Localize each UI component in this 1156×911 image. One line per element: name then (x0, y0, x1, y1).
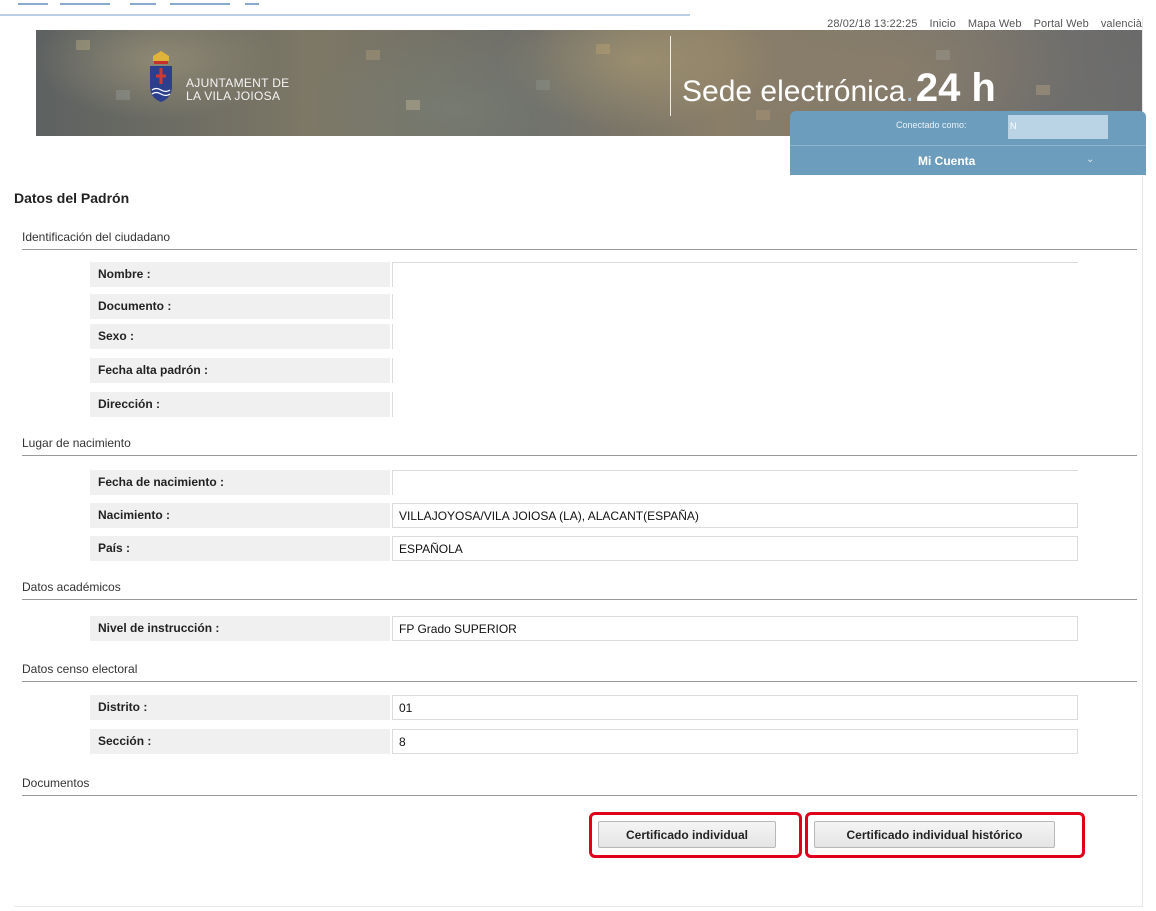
value-pais: ESPAÑOLA (392, 536, 1078, 561)
mi-cuenta-menu[interactable]: Mi Cuenta (918, 154, 975, 168)
label-nacimiento: Nacimiento : (90, 503, 390, 528)
username-initial: N (1010, 121, 1017, 131)
label-pais: País : (90, 536, 390, 561)
row-sexo: Sexo : (90, 324, 1078, 349)
page-title: Datos del Padrón (14, 190, 130, 206)
certificado-individual-button[interactable]: Certificado individual (598, 821, 776, 848)
label-nombre: Nombre : (90, 262, 390, 287)
section-identificacion: Identificación del ciudadano (22, 230, 1137, 250)
value-documento (392, 294, 1078, 319)
value-fecha-alta (392, 358, 1078, 383)
section-nacimiento: Lugar de nacimiento (22, 436, 1137, 456)
logo-line2: LA VILA JOIOSA (186, 89, 281, 103)
account-panel: Conectado como: N Mi Cuenta ⌄ (790, 111, 1146, 175)
label-documento: Documento : (90, 294, 390, 319)
label-fecha-nacimiento: Fecha de nacimiento : (90, 470, 390, 495)
value-fecha-nacimiento (392, 470, 1078, 495)
row-seccion: Sección : 8 (90, 729, 1078, 754)
value-seccion: 8 (392, 729, 1078, 754)
row-fecha-alta: Fecha alta padrón : (90, 358, 1078, 383)
row-nombre: Nombre : (90, 262, 1078, 287)
banner-divider (670, 36, 671, 116)
sede-dot: . (905, 75, 914, 108)
value-direccion (392, 392, 1078, 417)
label-fecha-alta: Fecha alta padrón : (90, 358, 390, 383)
row-direccion: Dirección : (90, 392, 1078, 417)
label-sexo: Sexo : (90, 324, 390, 349)
browser-top-strip (0, 0, 690, 16)
section-documentos: Documentos (22, 776, 1137, 796)
value-distrito: 01 (392, 695, 1078, 720)
coat-of-arms-icon (150, 51, 172, 102)
row-documento: Documento : (90, 294, 1078, 319)
row-distrito: Distrito : 01 (90, 695, 1078, 720)
label-nivel-instruccion: Nivel de instrucción : (90, 616, 390, 641)
label-distrito: Distrito : (90, 695, 390, 720)
ajuntament-logo[interactable]: AJUNTAMENT DE LA VILA JOIOSA (144, 50, 344, 120)
row-nivel-instruccion: Nivel de instrucción : FP Grado SUPERIOR (90, 616, 1078, 641)
value-nombre (392, 262, 1078, 287)
username-box: N (1008, 115, 1108, 139)
value-sexo (392, 324, 1078, 349)
sede-text: Sede electrónica (682, 75, 906, 108)
sede-title: Sede electrónica.24 h (682, 66, 996, 111)
value-nacimiento: VILLAJOYOSA/VILA JOIOSA (LA), ALACANT(ES… (392, 503, 1078, 528)
section-censo: Datos censo electoral (22, 662, 1137, 682)
connected-label: Conectado como: (896, 120, 967, 130)
certificado-historico-button[interactable]: Certificado individual histórico (814, 821, 1055, 848)
row-nacimiento: Nacimiento : VILLAJOYOSA/VILA JOIOSA (LA… (90, 503, 1078, 528)
label-seccion: Sección : (90, 729, 390, 754)
logo-line1: AJUNTAMENT DE (186, 76, 290, 90)
label-direccion: Dirección : (90, 392, 390, 417)
section-academicos: Datos académicos (22, 580, 1137, 600)
sede-24h: 24 h (915, 66, 996, 110)
account-divider (790, 145, 1146, 146)
row-fecha-nacimiento: Fecha de nacimiento : (90, 470, 1078, 495)
chevron-down-icon[interactable]: ⌄ (1086, 154, 1094, 165)
row-pais: País : ESPAÑOLA (90, 536, 1078, 561)
value-nivel-instruccion: FP Grado SUPERIOR (392, 616, 1078, 641)
